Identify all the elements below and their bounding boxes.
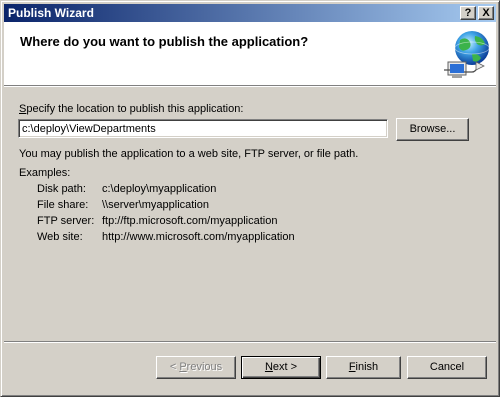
help-button[interactable]: ?	[460, 6, 476, 20]
close-button[interactable]: X	[478, 6, 494, 20]
location-input[interactable]	[18, 119, 388, 138]
previous-prefix: <	[169, 361, 180, 373]
window-title: Publish Wizard	[8, 6, 94, 20]
example-value: c:\deploy\myapplication	[102, 183, 217, 195]
browse-button[interactable]: Browse...	[396, 118, 469, 141]
examples-heading: Examples:	[19, 167, 71, 179]
cancel-button[interactable]: Cancel	[407, 356, 487, 379]
wizard-header: Where do you want to publish the applica…	[4, 22, 496, 85]
finish-mnemonic: F	[348, 361, 356, 373]
location-label: Specify the location to publish this app…	[19, 103, 243, 115]
example-key: Web site:	[37, 231, 83, 243]
publish-wizard-window: Publish Wizard ? X Where do you want to …	[0, 0, 500, 397]
page-title: Where do you want to publish the applica…	[20, 34, 309, 49]
finish-label: inish	[355, 361, 379, 373]
next-button[interactable]: Next >	[241, 356, 321, 379]
header-divider	[4, 85, 496, 87]
example-key: File share:	[37, 199, 89, 211]
example-value: \\server\myapplication	[102, 199, 209, 211]
previous-mnemonic: P	[179, 361, 187, 373]
globe-network-icon	[444, 31, 490, 78]
example-key: Disk path:	[37, 183, 86, 195]
next-label: ext >	[272, 361, 298, 373]
finish-button[interactable]: Finish	[326, 356, 401, 379]
example-key: FTP server:	[37, 215, 95, 227]
example-value: http://www.microsoft.com/myapplication	[102, 231, 295, 243]
footer-divider	[4, 341, 496, 343]
next-mnemonic: N	[264, 361, 273, 373]
previous-label: revious	[186, 361, 223, 373]
location-label-text: pecify the location to publish this appl…	[26, 103, 244, 115]
previous-button[interactable]: < Previous	[156, 356, 236, 379]
info-text: You may publish the application to a web…	[19, 148, 359, 160]
title-bar[interactable]: Publish Wizard ? X	[4, 4, 496, 22]
example-value: ftp://ftp.microsoft.com/myapplication	[102, 215, 278, 227]
